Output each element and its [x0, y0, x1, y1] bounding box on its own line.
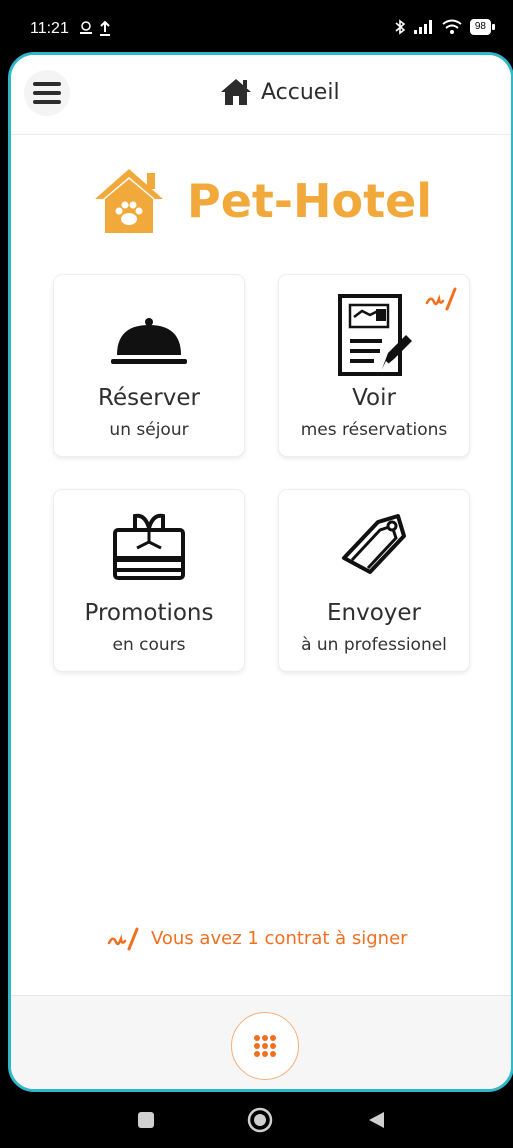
drive-icon: [80, 21, 92, 34]
back-button[interactable]: [366, 1110, 386, 1130]
brand-logo: Pet-Hotel: [93, 167, 432, 235]
view-subtitle: mes réservations: [300, 420, 448, 440]
upload-icon: [100, 20, 110, 36]
bottom-bar: [11, 995, 511, 1089]
contract-icon: [338, 294, 412, 376]
apps-grid-icon: [254, 1035, 276, 1057]
home-icon: [221, 79, 251, 105]
tag-icon: [342, 514, 406, 574]
page-title: Accueil: [261, 79, 340, 105]
reserve-title: Réserver: [98, 385, 200, 411]
send-subtitle: à un professionel: [301, 635, 447, 655]
page-title-group: Accueil: [219, 77, 340, 107]
status-bar: 11:21 98: [0, 0, 513, 54]
battery-icon: 98: [469, 19, 496, 35]
send-professional-card[interactable]: Envoyer à un professionel: [278, 489, 470, 672]
system-nav-bar: [0, 1092, 513, 1148]
bluetooth-icon: [395, 19, 406, 35]
contract-alert-text: Vous avez 1 contrat à signer: [151, 927, 408, 949]
recents-button[interactable]: [137, 1111, 155, 1129]
signal-icon: [413, 20, 432, 34]
home-button[interactable]: [247, 1107, 273, 1133]
send-title: Envoyer: [326, 600, 421, 626]
status-time: 11:21: [30, 20, 69, 37]
top-app-bar: Accueil: [11, 55, 511, 135]
view-reservations-card[interactable]: Voir mes réservations: [278, 274, 470, 457]
view-title: Voir: [352, 385, 396, 411]
gift-card-icon: [113, 513, 185, 580]
promotions-title: Promotions: [84, 600, 214, 626]
service-bell-icon: [111, 318, 187, 364]
promotions-card[interactable]: Promotions en cours: [53, 489, 245, 672]
apps-grid-button[interactable]: [231, 1012, 299, 1080]
brand-name: Pet-Hotel: [187, 174, 433, 228]
contract-alert-link[interactable]: Vous avez 1 contrat à signer: [107, 925, 408, 951]
paw-house-icon: [95, 169, 163, 233]
signature-icon: [107, 927, 139, 951]
reserve-subtitle: un séjour: [109, 420, 189, 440]
app-frame: Accueil Pet-Hotel Réserver un séjour Voi…: [8, 52, 513, 1092]
hamburger-menu-icon[interactable]: [24, 70, 70, 116]
promotions-subtitle: en cours: [112, 635, 186, 655]
wifi-icon: [442, 19, 462, 34]
reserve-stay-card[interactable]: Réserver un séjour: [53, 274, 245, 457]
